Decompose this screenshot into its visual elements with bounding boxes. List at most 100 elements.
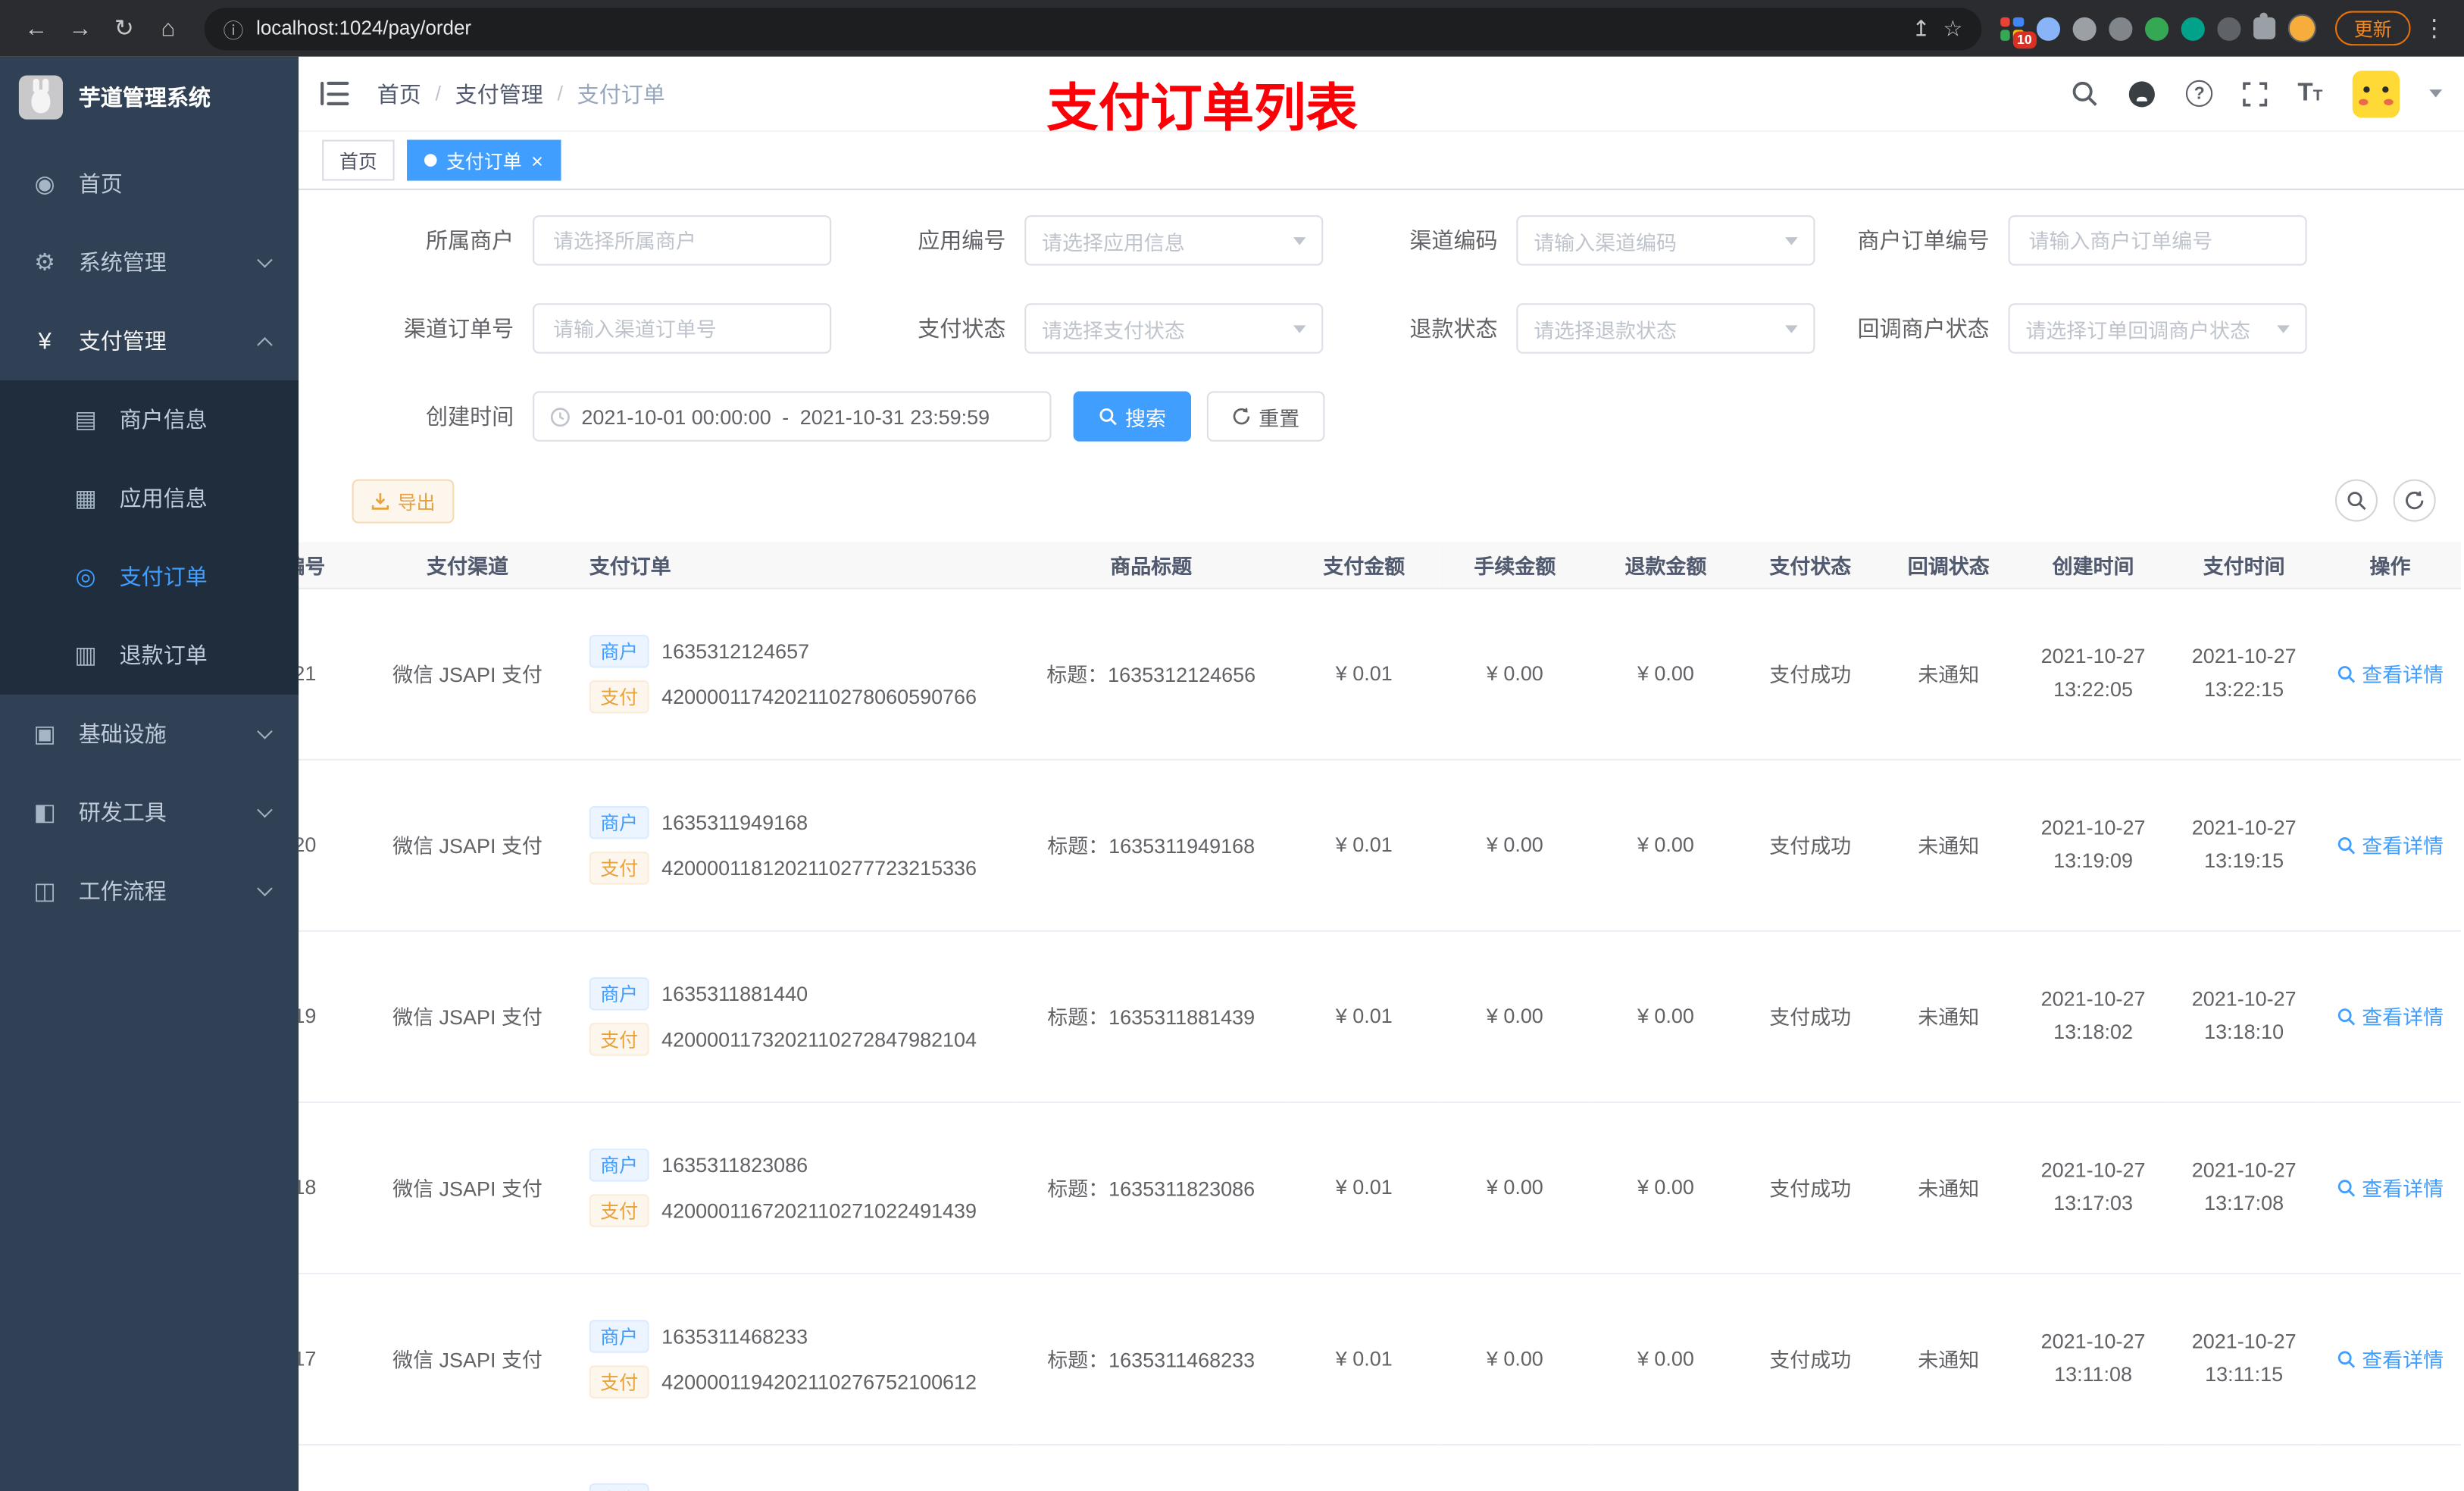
- cell-fee: ¥ 0.00: [1439, 930, 1590, 1102]
- sidebar-item-infra[interactable]: ▣ 基础设施: [0, 695, 299, 774]
- sidebar-item-system[interactable]: ⚙ 系统管理: [0, 223, 299, 302]
- filter-select[interactable]: 请选择订单回调商户状态: [2008, 303, 2307, 354]
- cell-order: 商户 1635311949168 支付 42000011812021102777232…: [574, 758, 1014, 931]
- sidebar-item-merchant-info[interactable]: ▤ 商户信息: [0, 380, 299, 459]
- magnifier-icon: [2337, 1008, 2356, 1025]
- search-button[interactable]: 搜索: [1073, 391, 1192, 442]
- cell-channel: 微信 JSAPI 支付: [361, 930, 574, 1102]
- filter-field: 渠道编码 请输入渠道编码: [1323, 215, 1815, 266]
- forward-icon[interactable]: →: [60, 8, 101, 48]
- font-size-icon[interactable]: TT: [2297, 80, 2322, 106]
- breadcrumb-item[interactable]: 支付管理: [455, 78, 543, 109]
- browser-profile-avatar[interactable]: [2287, 14, 2317, 42]
- date-start[interactable]: 2021-10-01 00:00:00: [581, 405, 771, 428]
- sidebar-item-app-info[interactable]: ▦ 应用信息: [0, 458, 299, 538]
- view-detail-link[interactable]: 查看详情: [2337, 830, 2444, 859]
- reset-button[interactable]: 重置: [1206, 391, 1325, 442]
- puzzle-icon[interactable]: [2253, 12, 2276, 39]
- title-value: 1635311881439: [1108, 1005, 1255, 1030]
- filter-select[interactable]: 请选择支付状态: [1024, 303, 1324, 354]
- magnifier-icon: [2337, 1179, 2356, 1196]
- sidebar-item-refund-order[interactable]: ▥ 退款订单: [0, 616, 299, 695]
- cell-notify-status: 未通知: [1879, 758, 2018, 931]
- filter-field: 所属商户: [339, 215, 832, 266]
- filter-input[interactable]: [533, 303, 832, 354]
- extension-icon[interactable]: [2036, 16, 2060, 40]
- url-text[interactable]: localhost:1024/pay/order: [256, 17, 1900, 39]
- view-detail-link[interactable]: 查看详情: [2337, 1001, 2444, 1030]
- refresh-table-button[interactable]: [2393, 479, 2436, 522]
- extension-icon[interactable]: [2181, 16, 2205, 40]
- order-merchant-line: 商户: [589, 1482, 1005, 1491]
- home-icon[interactable]: ⌂: [148, 8, 189, 48]
- close-icon[interactable]: ×: [531, 150, 543, 170]
- title-value: 1635311468233: [1108, 1348, 1255, 1372]
- cell-notify-status: 未通知: [1879, 930, 2018, 1102]
- chevron-down-icon: [258, 883, 274, 899]
- clock-icon: [550, 407, 570, 427]
- date-end[interactable]: 2021-10-31 23:59:59: [800, 405, 990, 428]
- filter-field: 渠道订单号: [339, 303, 832, 354]
- fullscreen-icon[interactable]: [2243, 81, 2268, 106]
- share-icon[interactable]: ↥: [1912, 15, 1930, 42]
- tab-home[interactable]: 首页: [322, 139, 395, 181]
- collapse-menu-icon[interactable]: [321, 81, 349, 105]
- view-detail-link[interactable]: 查看详情: [2337, 1343, 2444, 1373]
- paid-time: 13:17:08: [2204, 1190, 2284, 1214]
- sidebar-item-label: 支付管理: [78, 328, 167, 354]
- extension-icon[interactable]: [2217, 16, 2241, 40]
- view-detail-link[interactable]: 查看详情: [2337, 1172, 2444, 1202]
- tab-pay-order[interactable]: 支付订单 ×: [407, 139, 561, 181]
- extension-icon[interactable]: [2109, 16, 2133, 40]
- filter-select[interactable]: 请输入渠道编码: [1516, 215, 1815, 266]
- sidebar-item-workflow[interactable]: ◫ 工作流程: [0, 852, 299, 930]
- filter-select[interactable]: 请选择退款状态: [1516, 303, 1815, 354]
- select-placeholder: 请输入渠道编码: [1534, 230, 1677, 254]
- back-icon[interactable]: ←: [16, 8, 57, 48]
- sidebar-item-pay-order[interactable]: ◎ 支付订单: [0, 537, 299, 617]
- filter-input[interactable]: [2008, 215, 2307, 266]
- user-avatar[interactable]: [2352, 70, 2400, 117]
- menu-dots-icon[interactable]: ⋮: [2420, 14, 2448, 42]
- export-button[interactable]: 导出: [352, 479, 455, 524]
- browser-extensions: 10: [2000, 12, 2317, 48]
- sidebar-item-pay[interactable]: ¥ 支付管理: [0, 302, 299, 380]
- toggle-search-button[interactable]: [2334, 479, 2378, 522]
- extension-icon[interactable]: [2144, 16, 2169, 40]
- sidebar-logo[interactable]: 芋道管理系统: [0, 57, 299, 139]
- view-detail-link[interactable]: 查看详情: [2337, 658, 2444, 688]
- help-icon[interactable]: ?: [2186, 80, 2213, 108]
- sidebar-item-devtools[interactable]: ◧ 研发工具: [0, 773, 299, 852]
- table-header-row: 编号支付渠道支付订单商品标题支付金额手续金额退款金额支付状态回调状态创建时间支付…: [299, 542, 2461, 589]
- reload-icon[interactable]: ↻: [104, 8, 145, 48]
- cell-notify-status: 未通知: [1879, 587, 2018, 760]
- caret-down-icon[interactable]: [2429, 89, 2442, 98]
- github-icon[interactable]: [2128, 80, 2156, 108]
- url-bar[interactable]: ⓘ localhost:1024/pay/order ↥ ☆: [204, 7, 1982, 50]
- merchant-order-no: 1635312124657: [661, 639, 810, 663]
- date-range-picker[interactable]: 2021-10-01 00:00:00 - 2021-10-31 23:59:5…: [533, 391, 1052, 442]
- page: ← → ↻ ⌂ ⓘ localhost:1024/pay/order ↥ ☆ 1…: [0, 0, 2464, 1491]
- cell-fee: ¥ 0.00: [1439, 1272, 1590, 1446]
- column-header: 回调状态: [1879, 542, 2018, 589]
- extension-icon[interactable]: [2072, 16, 2097, 40]
- filter-select[interactable]: 请选择应用信息: [1024, 215, 1324, 266]
- cell-created-time: 2021-10-27 13:22:05: [2018, 587, 2169, 760]
- info-icon[interactable]: ⓘ: [224, 14, 244, 43]
- breadcrumb: 首页 / 支付管理 / 支付订单: [377, 78, 665, 109]
- cell-fee: ¥ 0.00: [1439, 758, 1590, 931]
- filter-input[interactable]: [533, 215, 832, 266]
- cell-id: 19: [299, 930, 362, 1102]
- sidebar-item-home[interactable]: ◉ 首页: [0, 145, 299, 223]
- cell-pay-status: 支付成功: [1740, 1101, 1880, 1274]
- star-icon[interactable]: ☆: [1943, 15, 1962, 42]
- cell-paid-time: 2021-10-27 13:18:10: [2169, 930, 2320, 1102]
- update-button[interactable]: 更新: [2334, 11, 2411, 46]
- filter-field: 支付状态 请选择支付状态: [831, 303, 1324, 354]
- order-merchant-line: 商户 1635311881440: [589, 976, 1005, 1010]
- extensions-grid-icon[interactable]: 10: [2000, 16, 2037, 48]
- filter-label: 创建时间: [426, 404, 514, 430]
- breadcrumb-item[interactable]: 首页: [377, 78, 421, 109]
- merchant-tag: 商户: [589, 805, 649, 839]
- search-icon[interactable]: [2072, 80, 2098, 107]
